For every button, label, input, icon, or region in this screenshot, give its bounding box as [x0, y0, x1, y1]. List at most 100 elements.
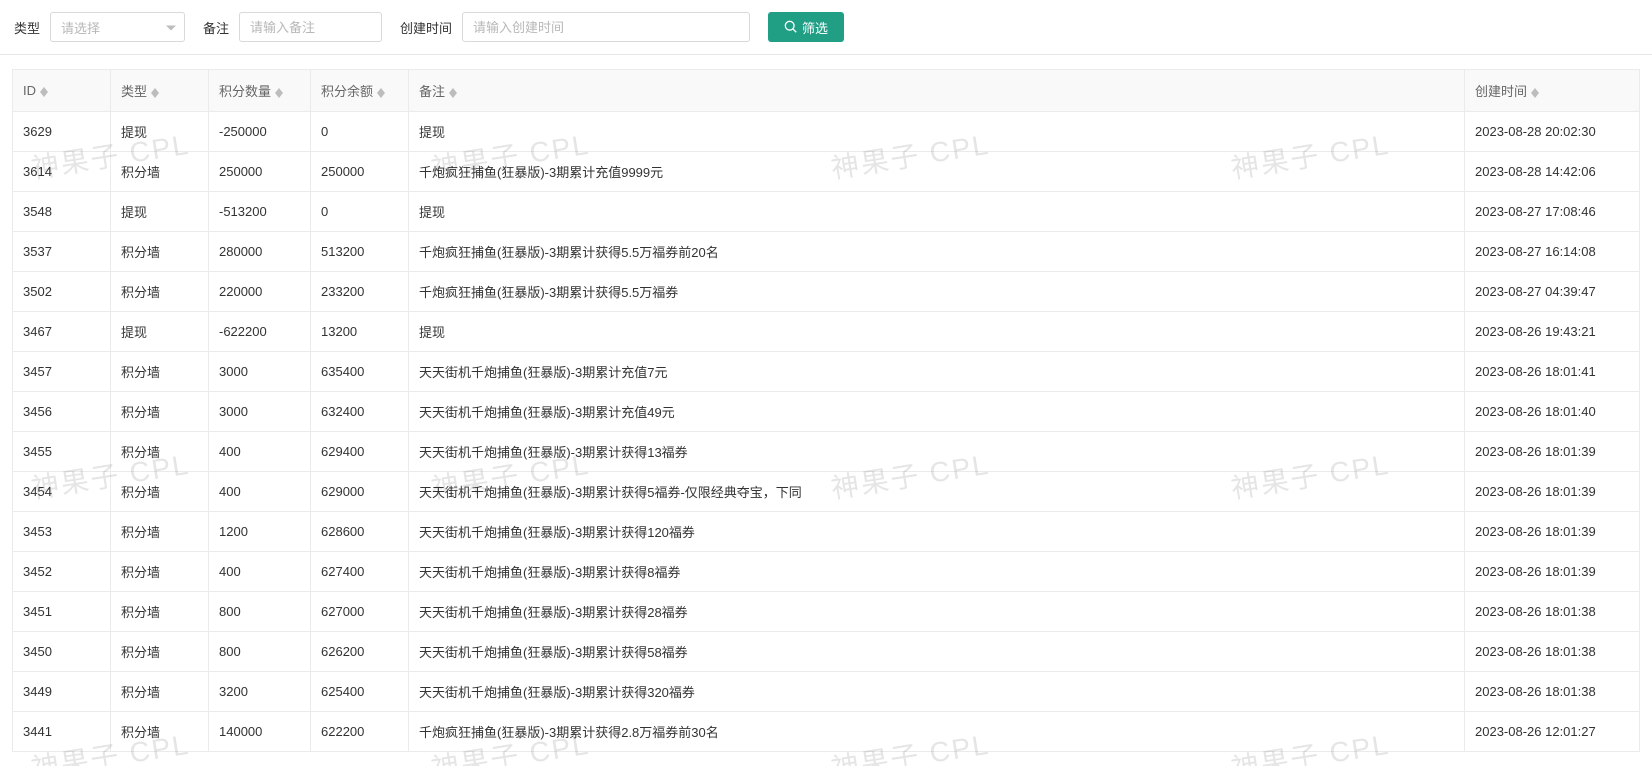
sort-icon	[151, 88, 159, 98]
cell-time: 2023-08-26 18:01:40	[1465, 392, 1640, 432]
create-time-input[interactable]	[462, 12, 750, 42]
cell-amount: 400	[209, 552, 311, 592]
cell-id: 3449	[13, 672, 111, 712]
cell-balance: 513200	[311, 232, 409, 272]
type-select[interactable]: 请选择	[50, 12, 185, 42]
cell-balance: 13200	[311, 312, 409, 352]
sort-icon	[377, 88, 385, 98]
table-row: 3452积分墙400627400天天街机千炮捕鱼(狂暴版)-3期累计获得8福券2…	[13, 552, 1640, 592]
cell-type: 积分墙	[111, 432, 209, 472]
cell-type: 积分墙	[111, 672, 209, 712]
filter-button-label: 筛选	[802, 18, 828, 37]
cell-amount: -250000	[209, 112, 311, 152]
cell-remark: 千炮疯狂捕鱼(狂暴版)-3期累计获得2.8万福券前30名	[409, 712, 1465, 752]
table-container: ID 类型 积分数量 积分余额 备注 创建时间 3629提现-2500000提现…	[0, 55, 1652, 766]
table-row: 3451积分墙800627000天天街机千炮捕鱼(狂暴版)-3期累计获得28福券…	[13, 592, 1640, 632]
cell-id: 3457	[13, 352, 111, 392]
th-id[interactable]: ID	[13, 70, 111, 112]
cell-id: 3537	[13, 232, 111, 272]
cell-type: 积分墙	[111, 352, 209, 392]
cell-type: 积分墙	[111, 592, 209, 632]
cell-id: 3467	[13, 312, 111, 352]
table-row: 3537积分墙280000513200千炮疯狂捕鱼(狂暴版)-3期累计获得5.5…	[13, 232, 1640, 272]
cell-type: 积分墙	[111, 232, 209, 272]
cell-balance: 0	[311, 112, 409, 152]
cell-balance: 233200	[311, 272, 409, 312]
cell-remark: 千炮疯狂捕鱼(狂暴版)-3期累计获得5.5万福券前20名	[409, 232, 1465, 272]
cell-remark: 天天街机千炮捕鱼(狂暴版)-3期累计获得13福券	[409, 432, 1465, 472]
cell-amount: 400	[209, 432, 311, 472]
cell-time: 2023-08-26 18:01:38	[1465, 592, 1640, 632]
cell-remark: 天天街机千炮捕鱼(狂暴版)-3期累计获得120福券	[409, 512, 1465, 552]
cell-time: 2023-08-27 17:08:46	[1465, 192, 1640, 232]
cell-balance: 627400	[311, 552, 409, 592]
cell-time: 2023-08-26 18:01:41	[1465, 352, 1640, 392]
cell-id: 3455	[13, 432, 111, 472]
cell-amount: 800	[209, 592, 311, 632]
cell-remark: 提现	[409, 312, 1465, 352]
th-balance[interactable]: 积分余额	[311, 70, 409, 112]
cell-id: 3441	[13, 712, 111, 752]
cell-type: 提现	[111, 312, 209, 352]
chevron-down-icon	[166, 20, 176, 35]
data-table: ID 类型 积分数量 积分余额 备注 创建时间 3629提现-2500000提现…	[12, 69, 1640, 752]
cell-amount: 140000	[209, 712, 311, 752]
cell-amount: 400	[209, 472, 311, 512]
cell-type: 积分墙	[111, 512, 209, 552]
cell-type: 积分墙	[111, 712, 209, 752]
cell-time: 2023-08-26 19:43:21	[1465, 312, 1640, 352]
type-label: 类型	[14, 18, 40, 37]
cell-remark: 千炮疯狂捕鱼(狂暴版)-3期累计充值9999元	[409, 152, 1465, 192]
cell-remark: 天天街机千炮捕鱼(狂暴版)-3期累计获得5福券-仅限经典夺宝，下同	[409, 472, 1465, 512]
cell-remark: 天天街机千炮捕鱼(狂暴版)-3期累计获得28福券	[409, 592, 1465, 632]
table-row: 3455积分墙400629400天天街机千炮捕鱼(狂暴版)-3期累计获得13福券…	[13, 432, 1640, 472]
cell-amount: 1200	[209, 512, 311, 552]
cell-balance: 635400	[311, 352, 409, 392]
sort-icon	[1531, 88, 1539, 98]
table-row: 3441积分墙140000622200千炮疯狂捕鱼(狂暴版)-3期累计获得2.8…	[13, 712, 1640, 752]
cell-type: 提现	[111, 192, 209, 232]
remark-label: 备注	[203, 18, 229, 37]
cell-balance: 250000	[311, 152, 409, 192]
cell-id: 3629	[13, 112, 111, 152]
cell-type: 积分墙	[111, 552, 209, 592]
cell-time: 2023-08-26 18:01:38	[1465, 632, 1640, 672]
sort-icon	[275, 88, 283, 98]
cell-id: 3614	[13, 152, 111, 192]
th-amount[interactable]: 积分数量	[209, 70, 311, 112]
cell-id: 3451	[13, 592, 111, 632]
cell-type: 积分墙	[111, 632, 209, 672]
sort-icon	[449, 88, 457, 98]
cell-time: 2023-08-26 18:01:39	[1465, 512, 1640, 552]
th-type[interactable]: 类型	[111, 70, 209, 112]
cell-time: 2023-08-28 14:42:06	[1465, 152, 1640, 192]
sort-icon	[40, 87, 48, 97]
cell-amount: 3200	[209, 672, 311, 712]
table-row: 3456积分墙3000632400天天街机千炮捕鱼(狂暴版)-3期累计充值49元…	[13, 392, 1640, 432]
cell-balance: 625400	[311, 672, 409, 712]
table-header-row: ID 类型 积分数量 积分余额 备注 创建时间	[13, 70, 1640, 112]
table-row: 3457积分墙3000635400天天街机千炮捕鱼(狂暴版)-3期累计充值7元2…	[13, 352, 1640, 392]
cell-time: 2023-08-26 12:01:27	[1465, 712, 1640, 752]
filter-time-group: 创建时间	[400, 12, 750, 42]
cell-amount: -513200	[209, 192, 311, 232]
cell-type: 积分墙	[111, 152, 209, 192]
remark-input[interactable]	[239, 12, 382, 42]
cell-amount: 800	[209, 632, 311, 672]
cell-balance: 629000	[311, 472, 409, 512]
cell-remark: 千炮疯狂捕鱼(狂暴版)-3期累计获得5.5万福券	[409, 272, 1465, 312]
cell-id: 3502	[13, 272, 111, 312]
cell-time: 2023-08-26 18:01:38	[1465, 672, 1640, 712]
cell-balance: 626200	[311, 632, 409, 672]
th-time[interactable]: 创建时间	[1465, 70, 1640, 112]
filter-button[interactable]: 筛选	[768, 12, 844, 42]
th-remark[interactable]: 备注	[409, 70, 1465, 112]
cell-balance: 627000	[311, 592, 409, 632]
cell-remark: 天天街机千炮捕鱼(狂暴版)-3期累计充值49元	[409, 392, 1465, 432]
cell-amount: -622200	[209, 312, 311, 352]
cell-type: 积分墙	[111, 472, 209, 512]
cell-remark: 提现	[409, 192, 1465, 232]
cell-remark: 天天街机千炮捕鱼(狂暴版)-3期累计获得320福券	[409, 672, 1465, 712]
filter-remark-group: 备注	[203, 12, 382, 42]
cell-amount: 3000	[209, 392, 311, 432]
